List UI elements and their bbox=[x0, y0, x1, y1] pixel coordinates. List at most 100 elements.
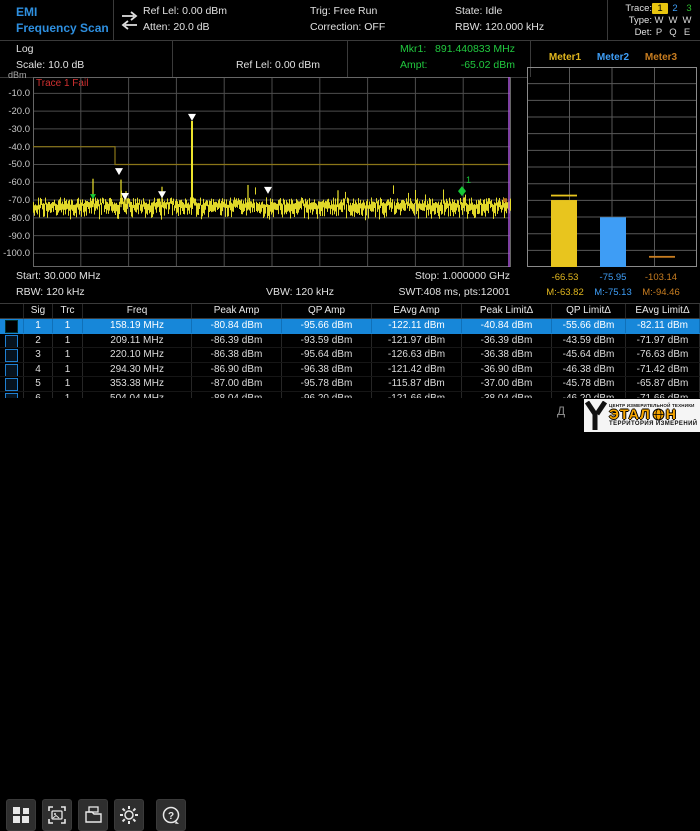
table-cell: 1 bbox=[24, 319, 53, 333]
table-cell: -95.64 dBm bbox=[282, 348, 372, 362]
rbw-readout-2[interactable]: RBW: 120 kHz bbox=[16, 286, 85, 298]
signal-table-header-cell: Freq bbox=[83, 304, 192, 318]
table-row[interactable]: 41294.30 MHz-86.90 dBm-96.38 dBm-121.42 … bbox=[0, 363, 700, 378]
meter3-value: -103.14 bbox=[635, 272, 687, 283]
meter3-label[interactable]: Meter3 bbox=[635, 52, 687, 63]
row-checkbox[interactable] bbox=[5, 320, 18, 333]
row-checkbox[interactable] bbox=[5, 335, 18, 348]
table-cell: -96.38 dBm bbox=[282, 363, 372, 377]
help-button[interactable]: ? bbox=[156, 799, 186, 831]
table-cell: -86.90 dBm bbox=[192, 363, 282, 377]
y-axis-tick: -10.0 bbox=[0, 88, 30, 99]
trace-selector-panel[interactable]: Trace:123Type:WWWDet:PQE bbox=[612, 2, 698, 38]
table-cell: 1 bbox=[53, 334, 83, 348]
trigger-readout[interactable]: Trig: Free Run bbox=[310, 5, 377, 17]
meter2-label[interactable]: Meter2 bbox=[587, 52, 639, 63]
start-freq-readout[interactable]: Start: 30.000 MHz bbox=[16, 270, 101, 282]
settings-button[interactable] bbox=[114, 799, 144, 831]
meter-bars-display bbox=[527, 67, 697, 267]
trace-panel-row-0: Trace:123 bbox=[612, 2, 698, 14]
table-row[interactable]: 11158.19 MHz-80.84 dBm-95.66 dBm-122.11 … bbox=[0, 319, 700, 334]
y-axis-tick: -80.0 bbox=[0, 213, 30, 224]
y-axis-tick: -90.0 bbox=[0, 231, 30, 242]
trace-2-cell[interactable]: W bbox=[666, 15, 680, 26]
signal-table-header-cell: Trc bbox=[53, 304, 83, 318]
trace-panel-row-2: Det:PQE bbox=[612, 26, 698, 38]
table-cell: -87.00 dBm bbox=[192, 377, 282, 391]
mkr1-ampt-label: Ampt: bbox=[400, 59, 427, 71]
meter1-label[interactable]: Meter1 bbox=[539, 52, 591, 63]
menu-button[interactable] bbox=[6, 799, 36, 831]
table-cell: -121.97 dBm bbox=[372, 334, 462, 348]
table-cell: -121.42 dBm bbox=[372, 363, 462, 377]
signal-table-header-cell: Sig bbox=[24, 304, 53, 318]
meter2-value: -75.95 bbox=[587, 272, 639, 283]
y-axis-unit-label: dBm bbox=[8, 70, 27, 80]
continuous-sweep-icon[interactable] bbox=[118, 9, 141, 32]
trace-3-cell[interactable]: E bbox=[680, 27, 694, 38]
top-status-bar: EMI Frequency Scan Ref Lel: 0.00 dBm Att… bbox=[0, 0, 700, 41]
menu-blocks-icon bbox=[12, 806, 30, 824]
table-cell: 3 bbox=[24, 348, 53, 362]
trace-2-cell[interactable]: 2 bbox=[668, 3, 682, 14]
ref-level-readout-2: Ref Lel: 0.00 dBm bbox=[180, 59, 320, 71]
row-checkbox-cell[interactable] bbox=[0, 377, 24, 391]
y-axis-tick: -70.0 bbox=[0, 195, 30, 206]
table-cell: -36.90 dBm bbox=[462, 363, 552, 377]
vendor-watermark: ЦЕНТР ИЗМЕРИТЕЛЬНОЙ ТЕХНИКИ ЭТАЛ Н ТЕРРИ… bbox=[584, 399, 700, 432]
header-divider-2 bbox=[607, 0, 608, 40]
screenshot-button[interactable] bbox=[42, 799, 72, 831]
trace-panel-row-1: Type:WWW bbox=[612, 14, 698, 26]
marker1-ampt-readout: Ampt: -65.02 dBm bbox=[400, 59, 515, 71]
atten-readout[interactable]: Atten: 20.0 dB bbox=[143, 21, 210, 33]
subheader-divider-2 bbox=[347, 41, 348, 77]
signal-table-header-cell: Peak Amp bbox=[192, 304, 282, 318]
trace-1-cell[interactable]: 1 bbox=[652, 3, 668, 14]
mkr1-label: Mkr1: bbox=[400, 43, 426, 55]
meter3-max-value: M:-94.46 bbox=[635, 287, 687, 298]
trace-3-cell[interactable]: 3 bbox=[682, 3, 696, 14]
file-manager-button[interactable] bbox=[78, 799, 108, 831]
trace-2-cell[interactable]: Q bbox=[666, 27, 680, 38]
table-row[interactable]: 21209.11 MHz-86.39 dBm-93.59 dBm-121.97 … bbox=[0, 334, 700, 349]
trace-1-cell[interactable]: P bbox=[652, 27, 666, 38]
table-cell: -95.66 dBm bbox=[282, 319, 372, 333]
row-checkbox[interactable] bbox=[5, 378, 18, 391]
table-cell: -126.63 dBm bbox=[372, 348, 462, 362]
state-readout: State: Idle bbox=[455, 5, 502, 17]
table-cell: 1 bbox=[53, 319, 83, 333]
row-checkbox[interactable] bbox=[5, 349, 18, 362]
row-checkbox-cell[interactable] bbox=[0, 334, 24, 348]
table-cell: 1 bbox=[53, 363, 83, 377]
spectrum-display[interactable]: 1 bbox=[33, 77, 511, 267]
table-cell: 158.19 MHz bbox=[83, 319, 192, 333]
screenshot-icon bbox=[48, 806, 66, 824]
table-cell: 5 bbox=[24, 377, 53, 391]
rbw-readout[interactable]: RBW: 120.000 kHz bbox=[455, 21, 544, 33]
row-checkbox-cell[interactable] bbox=[0, 319, 24, 333]
table-row[interactable]: 51353.38 MHz-87.00 dBm-95.78 dBm-115.87 … bbox=[0, 377, 700, 392]
y-axis-tick: -100.0 bbox=[0, 248, 30, 259]
table-cell: -46.38 dBm bbox=[552, 363, 626, 377]
emi-analyzer-screen: { "header": { "app_line1": "EMI", "app_l… bbox=[0, 0, 700, 435]
stop-freq-readout[interactable]: Stop: 1.000000 GHz bbox=[310, 270, 510, 282]
logo-mark-icon bbox=[584, 401, 608, 431]
signal-table-header-cell: EAvg Amp bbox=[372, 304, 462, 318]
signal-table[interactable]: SigTrcFreqPeak AmpQP AmpEAvg AmpPeak Lim… bbox=[0, 303, 700, 400]
y-axis-tick: -60.0 bbox=[0, 177, 30, 188]
log-scale-label[interactable]: Log bbox=[16, 43, 34, 55]
marker1-freq-readout: Mkr1: 891.440833 MHz bbox=[400, 43, 515, 55]
table-cell: -43.59 dBm bbox=[552, 334, 626, 348]
mode-title[interactable]: EMI Frequency Scan bbox=[16, 4, 109, 36]
row-checkbox-cell[interactable] bbox=[0, 363, 24, 377]
settings-gear-icon bbox=[119, 805, 139, 825]
correction-readout[interactable]: Correction: OFF bbox=[310, 21, 385, 33]
trace-3-cell[interactable]: W bbox=[680, 15, 694, 26]
obscured-glyph: Д bbox=[557, 404, 565, 418]
row-checkbox[interactable] bbox=[5, 364, 18, 377]
row-checkbox-cell[interactable] bbox=[0, 348, 24, 362]
table-row[interactable]: 31220.10 MHz-86.38 dBm-95.64 dBm-126.63 … bbox=[0, 348, 700, 363]
ref-level-readout[interactable]: Ref Lel: 0.00 dBm bbox=[143, 5, 227, 17]
mode-title-line1: EMI bbox=[16, 4, 109, 20]
trace-1-cell[interactable]: W bbox=[652, 15, 666, 26]
